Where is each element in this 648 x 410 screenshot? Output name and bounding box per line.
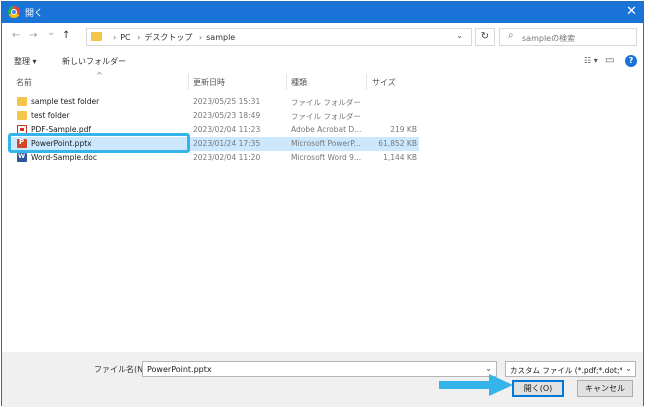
- back-arrow-icon[interactable]: ←: [12, 30, 20, 41]
- selection-highlight-annotation: [8, 133, 190, 153]
- view-options-icon[interactable]: ☷ ▾: [584, 56, 598, 65]
- file-type-filter-value: カスタム ファイル (*.pdf;*.dot;*.doc: [510, 366, 622, 375]
- file-type: Microsoft PowerP...: [291, 139, 361, 148]
- column-header-name[interactable]: 名前: [16, 77, 32, 88]
- title-bar: 開く ✕: [2, 2, 643, 23]
- file-date: 2023/02/04 11:23: [193, 125, 261, 134]
- organize-button[interactable]: 整理 ▾: [14, 56, 37, 67]
- file-date: 2023/02/04 11:20: [193, 153, 261, 162]
- sort-ascending-icon: ^: [96, 71, 103, 80]
- column-headers: ^ 名前 更新日時 種類 サイズ: [2, 71, 422, 90]
- file-date: 2023/01/24 17:35: [193, 139, 261, 148]
- search-placeholder: sampleの検索: [522, 34, 576, 43]
- dialog-title: 開く: [25, 9, 44, 19]
- cancel-button[interactable]: キャンセル: [577, 380, 633, 397]
- file-type: ファイル フォルダー: [291, 98, 361, 107]
- search-input[interactable]: ⌕ sampleの検索: [499, 28, 637, 46]
- folder-icon: [91, 32, 102, 41]
- open-file-dialog: 開く ✕ ← → ⌄ ↑ › PC › デスクトップ › sample ⌄ ↻ ⌕ s…: [1, 1, 644, 407]
- chevron-down-icon[interactable]: ⌄: [625, 364, 632, 373]
- new-folder-button[interactable]: 新しいフォルダー: [62, 56, 126, 67]
- file-date: 2023/05/25 15:31: [193, 97, 261, 106]
- file-row[interactable]: Word-Sample.doc 2023/02/04 11:20 Microso…: [11, 151, 419, 165]
- column-divider[interactable]: [366, 74, 367, 90]
- forward-arrow-icon[interactable]: →: [29, 30, 37, 41]
- toolbar: 整理 ▾ 新しいフォルダー ☷ ▾ ▭ ?: [2, 51, 643, 73]
- file-size: 61,852 KB: [378, 139, 417, 148]
- column-divider[interactable]: [286, 74, 287, 90]
- folder-icon: [17, 97, 27, 106]
- recent-locations-icon[interactable]: ⌄: [47, 27, 55, 38]
- open-button[interactable]: 開く(O): [512, 380, 564, 397]
- column-header-type[interactable]: 種類: [291, 77, 307, 88]
- address-bar[interactable]: › PC › デスクトップ › sample ⌄: [86, 28, 472, 46]
- file-name: Word-Sample.doc: [31, 153, 97, 162]
- search-icon: ⌕: [508, 30, 514, 41]
- navigation-bar: ← → ⌄ ↑ › PC › デスクトップ › sample ⌄ ↻ ⌕ sample…: [2, 24, 643, 50]
- dialog-footer: ファイル名(N): PowerPoint.pptx ⌄ カスタム ファイル (*…: [2, 352, 643, 407]
- file-row[interactable]: sample test folder 2023/05/25 15:31 ファイル…: [11, 95, 419, 109]
- column-header-date[interactable]: 更新日時: [193, 77, 225, 88]
- file-size: 1,144 KB: [383, 153, 417, 162]
- column-divider[interactable]: [188, 74, 189, 90]
- column-header-size[interactable]: サイズ: [372, 77, 396, 88]
- close-icon[interactable]: ✕: [626, 4, 637, 20]
- file-row[interactable]: test folder 2023/05/23 18:49 ファイル フォルダー: [11, 109, 419, 123]
- preview-pane-icon[interactable]: ▭: [605, 55, 614, 66]
- file-date: 2023/05/23 18:49: [193, 111, 261, 120]
- breadcrumb-sample[interactable]: sample: [206, 33, 235, 42]
- folder-icon: [17, 111, 27, 120]
- breadcrumb: › PC › デスクトップ › sample: [113, 33, 236, 42]
- chevron-down-icon[interactable]: ⌄: [456, 31, 463, 40]
- breadcrumb-pc[interactable]: PC: [120, 33, 130, 42]
- file-name: sample test folder: [31, 97, 100, 106]
- file-type: Microsoft Word 9...: [291, 153, 362, 162]
- filename-value: PowerPoint.pptx: [147, 365, 212, 374]
- up-arrow-icon[interactable]: ↑: [62, 30, 70, 41]
- file-type: ファイル フォルダー: [291, 112, 361, 121]
- chrome-icon: [8, 6, 20, 18]
- word-file-icon: [17, 152, 27, 162]
- breadcrumb-desktop[interactable]: デスクトップ: [144, 33, 192, 42]
- file-type: Adobe Acrobat D...: [291, 125, 362, 134]
- file-size: 219 KB: [390, 125, 417, 134]
- pointer-arrow-annotation: [439, 374, 513, 396]
- filename-label: ファイル名(N):: [94, 365, 149, 374]
- file-type-filter[interactable]: カスタム ファイル (*.pdf;*.dot;*.doc ⌄: [505, 361, 636, 377]
- refresh-icon[interactable]: ↻: [475, 28, 495, 46]
- file-name: test folder: [31, 111, 70, 120]
- help-icon[interactable]: ?: [625, 55, 637, 67]
